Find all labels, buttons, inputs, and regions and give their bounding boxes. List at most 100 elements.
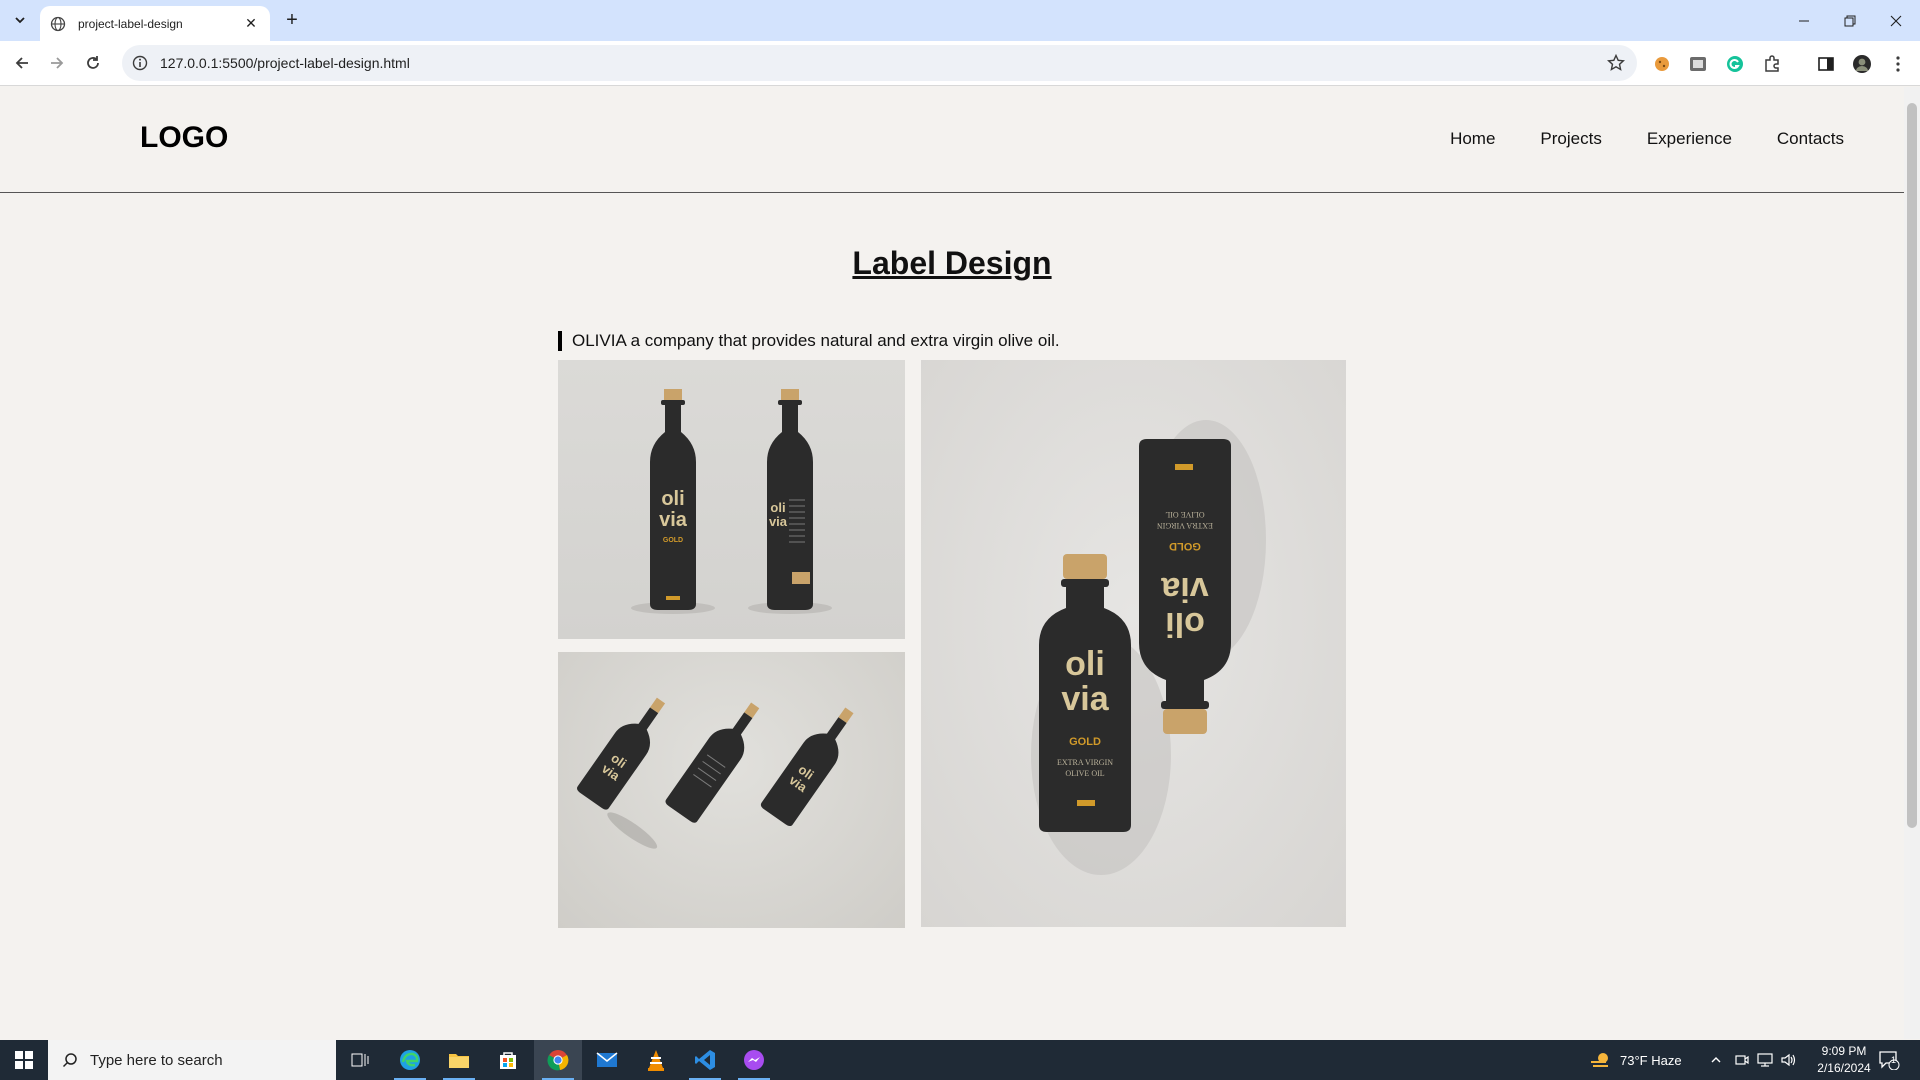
site-header: LOGO Home Projects Experience Contacts: [0, 87, 1904, 193]
url-text[interactable]: 127.0.0.1:5500/project-label-design.html: [160, 55, 410, 71]
bottle-photo-1: oli via GOLD oli via: [631, 389, 832, 614]
site-nav: Home Projects Experience Contacts: [1450, 129, 1844, 149]
bottle-back: oli via: [767, 389, 813, 610]
chevron-up-icon: [1711, 1057, 1721, 1063]
minimize-icon: [1799, 20, 1809, 21]
volume-button[interactable]: [1781, 1040, 1797, 1080]
tab-search-button[interactable]: [8, 8, 32, 32]
svg-text:via: via: [1061, 680, 1109, 718]
forward-button[interactable]: [43, 49, 71, 77]
chrome-icon: [547, 1050, 569, 1071]
tab-title: project-label-design: [78, 16, 183, 31]
svg-text:OLIVE OIL: OLIVE OIL: [1165, 510, 1204, 519]
restore-button[interactable]: [1828, 0, 1872, 41]
bottle-lying-3: oli via: [760, 707, 854, 827]
nav-link-home[interactable]: Home: [1450, 129, 1495, 149]
profile-avatar-icon[interactable]: [1852, 54, 1872, 74]
bottle-lying-2: [665, 702, 760, 823]
back-button[interactable]: [8, 49, 36, 77]
sun-haze-icon: [1591, 1053, 1608, 1067]
svg-text:oli: oli: [1065, 645, 1105, 683]
file-explorer-button[interactable]: [435, 1040, 483, 1080]
nav-link-contacts[interactable]: Contacts: [1777, 129, 1844, 149]
address-bar[interactable]: 127.0.0.1:5500/project-label-design.html: [122, 45, 1637, 81]
chrome-app-button[interactable]: [534, 1040, 582, 1080]
taskbar-clock[interactable]: 9:09 PM 2/16/2024: [1814, 1043, 1874, 1077]
puzzle-extensions-icon[interactable]: [1762, 54, 1782, 74]
meet-now-button[interactable]: [1735, 1040, 1749, 1080]
grammarly-extension-icon[interactable]: [1725, 54, 1745, 74]
cookie-extension-icon[interactable]: [1652, 54, 1672, 74]
clock-time: 9:09 PM: [1821, 1044, 1867, 1058]
camera-icon: [1735, 1055, 1749, 1065]
nav-link-experience[interactable]: Experience: [1647, 129, 1732, 149]
vscode-app-button[interactable]: [681, 1040, 729, 1080]
bottle-front: oli via GOLD: [650, 389, 696, 610]
messenger-icon: [744, 1050, 764, 1070]
globe-icon: [50, 16, 66, 31]
nav-link-projects[interactable]: Projects: [1540, 129, 1601, 149]
svg-text:EXTRA VIRGIN: EXTRA VIRGIN: [1057, 758, 1113, 767]
show-hidden-icons-button[interactable]: [1710, 1040, 1722, 1080]
svg-text:via: via: [1160, 570, 1208, 608]
vlc-app-button[interactable]: [632, 1040, 680, 1080]
taskbar-search[interactable]: Type here to search: [48, 1040, 336, 1080]
network-button[interactable]: [1757, 1040, 1773, 1080]
messenger-app-button[interactable]: [730, 1040, 778, 1080]
svg-text:via: via: [769, 514, 788, 529]
search-icon: [62, 1053, 77, 1068]
task-view-icon: [351, 1053, 369, 1067]
chevron-down-icon: [15, 17, 25, 24]
notification-icon: [1879, 1051, 1900, 1070]
image-two-bottles-standing: oli via GOLD oli via: [558, 360, 905, 639]
svg-text:OLIVE OIL: OLIVE OIL: [1065, 769, 1104, 778]
minimize-button[interactable]: [1782, 0, 1826, 41]
windows-logo-icon: [15, 1051, 33, 1069]
reload-icon: [87, 56, 99, 69]
site-info-icon[interactable]: [132, 55, 148, 71]
svg-text:via: via: [659, 509, 688, 531]
image-extension-icon[interactable]: [1688, 54, 1708, 74]
svg-text:oli: oli: [770, 500, 785, 515]
bottle-photo-3: oli via GOLD EXTRA VIRGIN OLIVE OIL oli …: [1031, 420, 1266, 875]
svg-text:oli: oli: [1165, 605, 1205, 643]
edge-app-button[interactable]: [386, 1040, 434, 1080]
close-window-button[interactable]: [1874, 0, 1918, 41]
page-viewport: LOGO Home Projects Experience Contacts L…: [0, 87, 1904, 1039]
scrollbar-thumb[interactable]: [1907, 103, 1917, 828]
page-title: Label Design: [852, 245, 1052, 281]
notification-center-button[interactable]: 1: [1878, 1040, 1900, 1080]
arrow-right-icon: [51, 57, 64, 69]
svg-text:oli: oli: [661, 488, 684, 510]
weather-text: 73°F Haze: [1620, 1052, 1682, 1068]
weather-widget[interactable]: 73°F Haze: [1590, 1040, 1682, 1080]
svg-text:GOLD: GOLD: [663, 537, 683, 544]
browser-tabstrip: project-label-design ✕ +: [0, 0, 1920, 41]
new-tab-button[interactable]: +: [280, 8, 304, 32]
vlc-cone-icon: [648, 1050, 664, 1071]
bottle-photo-2: oli via oli via: [577, 697, 854, 849]
site-logo[interactable]: LOGO: [140, 121, 228, 155]
mail-app-button[interactable]: [583, 1040, 631, 1080]
tab-close-icon[interactable]: ✕: [240, 13, 262, 35]
close-icon: [1890, 15, 1902, 26]
clock-date: 2/16/2024: [1817, 1061, 1871, 1075]
browser-toolbar: 127.0.0.1:5500/project-label-design.html: [0, 41, 1920, 86]
image-two-bottles-top-view: oli via GOLD EXTRA VIRGIN OLIVE OIL oli …: [921, 360, 1346, 927]
start-button[interactable]: [0, 1040, 48, 1080]
arrow-left-icon: [15, 57, 28, 69]
store-icon: [500, 1052, 516, 1069]
menu-dots-icon[interactable]: [1888, 54, 1908, 74]
mail-icon: [596, 1052, 618, 1067]
store-app-button[interactable]: [484, 1040, 532, 1080]
search-placeholder: Type here to search: [90, 1051, 223, 1069]
speaker-icon: [1781, 1053, 1796, 1067]
bookmark-star-icon[interactable]: [1607, 54, 1625, 72]
task-view-button[interactable]: [336, 1040, 384, 1080]
tab-active[interactable]: project-label-design ✕: [40, 6, 270, 41]
page-scrollbar[interactable]: [1904, 87, 1920, 1039]
side-panel-icon[interactable]: [1816, 54, 1836, 74]
reload-button[interactable]: [79, 49, 107, 77]
bottle-top-upright: oli via GOLD EXTRA VIRGIN OLIVE OIL: [1039, 554, 1131, 832]
folder-icon: [449, 1054, 469, 1068]
